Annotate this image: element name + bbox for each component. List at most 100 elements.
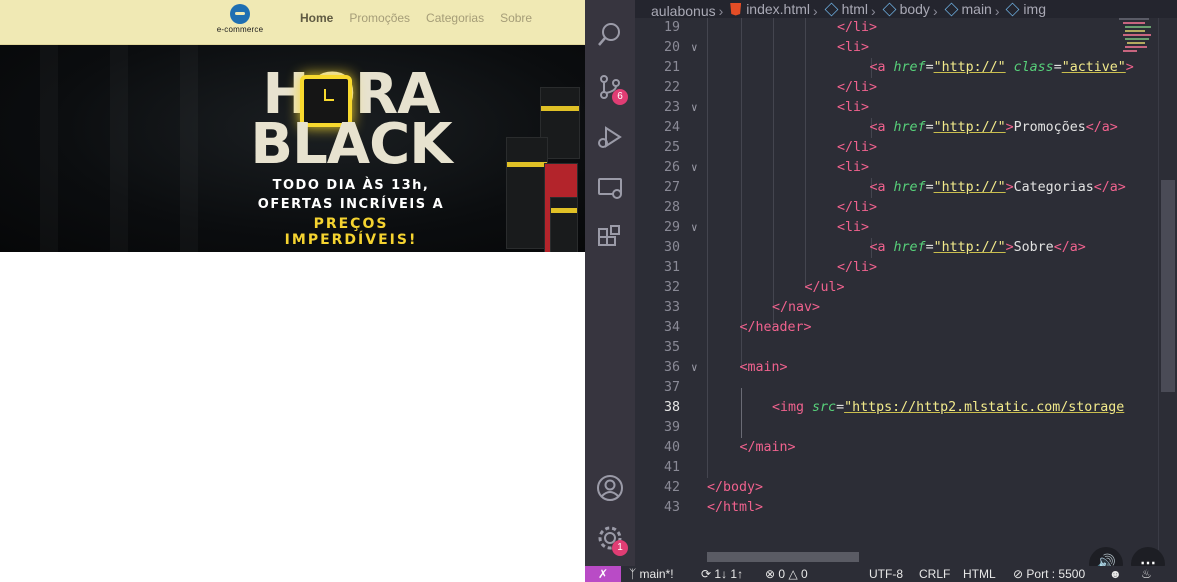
code-line[interactable]: 23 ∨ <li> (635, 98, 1167, 118)
nav-link-home[interactable]: Home (300, 11, 333, 25)
breadcrumb-main[interactable]: main (944, 0, 992, 18)
code-line[interactable]: 27 <a href="http://">Categorias</a> (635, 178, 1167, 198)
code-line[interactable]: 31 </li> (635, 258, 1167, 278)
browser-preview: e-commerce Home Promoções Categorias Sob… (0, 0, 585, 582)
problems-status[interactable]: ⊗ 0 △ 0 (765, 566, 808, 582)
code-line[interactable]: 24 <a href="http://">Promoções</a> (635, 118, 1167, 138)
run-debug-icon[interactable] (596, 123, 624, 151)
html5-icon (730, 2, 742, 16)
line-number: 38 (663, 400, 680, 415)
string-token: "http://" (933, 120, 1006, 135)
code-text: <a href="http://">Sobre</a> (870, 238, 1086, 258)
line-number: 28 (663, 200, 680, 215)
code-text: <a href="http://" class="active"> (870, 58, 1134, 78)
nav-link-sobre[interactable]: Sobre (500, 11, 532, 25)
fold-chevron-icon[interactable]: ∨ (691, 358, 698, 378)
code-line[interactable]: 21 <a href="http://" class="active"> (635, 58, 1167, 78)
account-icon[interactable] (596, 474, 624, 502)
source-control-button[interactable]: 6 (596, 73, 628, 105)
breadcrumb-body-label: body (899, 1, 930, 17)
live-server-status[interactable]: ⊘ Port : 5500 (1013, 566, 1085, 582)
code-line[interactable]: 26 ∨ <li> (635, 158, 1167, 178)
line-number: 32 (663, 280, 680, 295)
line-number: 23 (663, 100, 680, 115)
fold-chevron-icon[interactable]: ∨ (691, 218, 698, 238)
breadcrumb-main-label: main (961, 1, 992, 17)
nav-link-promocoes[interactable]: Promoções (349, 11, 410, 25)
code-line[interactable]: 36 ∨ <main> (635, 358, 1167, 378)
code-line[interactable]: 35 (635, 338, 1167, 358)
code-line[interactable]: 19 </li> (635, 18, 1167, 38)
site-logo[interactable]: e-commerce (216, 4, 264, 34)
breadcrumb-file[interactable]: index.html (730, 0, 810, 18)
line-number: 31 (663, 260, 680, 275)
breadcrumb-body[interactable]: body (882, 0, 930, 18)
branch-label: main*! (639, 567, 674, 581)
code-text: <img src="https://http2.mlstatic.com/sto… (772, 398, 1124, 418)
language-mode-status[interactable]: HTML (963, 566, 996, 582)
extensions-icon[interactable] (596, 224, 624, 252)
html-tag-token: </header> (739, 320, 812, 335)
text-token: Categorias (1013, 180, 1094, 195)
code-line[interactable]: 29 ∨ <li> (635, 218, 1167, 238)
activity-bar: 6 1 (585, 0, 635, 566)
scrollbar-thumb[interactable] (1161, 180, 1175, 392)
fold-chevron-icon[interactable]: ∨ (691, 158, 698, 178)
code-text: </li> (837, 78, 877, 98)
nav-link-categorias[interactable]: Categorias (426, 11, 484, 25)
html-tag-token: </li> (837, 20, 878, 35)
line-number: 22 (663, 80, 680, 95)
site-header: e-commerce Home Promoções Categorias Sob… (0, 0, 585, 45)
branch-status[interactable]: ᛉ main*! (629, 566, 674, 582)
sync-status[interactable]: ⟳ 1↓ 1↑ (701, 566, 743, 582)
breadcrumb-folder[interactable]: aulabonus (651, 2, 716, 19)
text-token: Sobre (1013, 240, 1054, 255)
breadcrumb-html[interactable]: html (824, 0, 868, 18)
banner-light-stripe (110, 45, 128, 252)
breadcrumb-img[interactable]: img (1006, 0, 1046, 18)
search-icon[interactable] (596, 21, 624, 49)
banner-subtitle-2: OFERTAS INCRÍVEIS A (257, 197, 445, 212)
remote-indicator-icon[interactable]: ✗ (585, 566, 621, 582)
line-number: 21 (663, 60, 680, 75)
logo-text: e-commerce (216, 25, 264, 34)
code-line[interactable]: 37 (635, 378, 1167, 398)
code-line[interactable]: 33 </nav> (635, 298, 1167, 318)
html-tag-token: <a (869, 240, 894, 255)
code-line[interactable]: 22 </li> (635, 78, 1167, 98)
encoding-status[interactable]: UTF-8 (869, 566, 903, 582)
line-number: 26 (663, 160, 680, 175)
code-line[interactable]: 32 </ul> (635, 278, 1167, 298)
vertical-scrollbar[interactable] (1158, 18, 1177, 550)
html-tag-token: </li> (837, 140, 878, 155)
code-line[interactable]: 41 (635, 458, 1167, 478)
code-line[interactable]: 20 ∨ <li> (635, 38, 1167, 58)
fold-chevron-icon[interactable]: ∨ (691, 98, 698, 118)
horizontal-scrollbar-thumb[interactable] (707, 552, 859, 562)
code-line[interactable]: 28 </li> (635, 198, 1167, 218)
code-line[interactable]: 25 </li> (635, 138, 1167, 158)
code-line[interactable]: 34 </header> (635, 318, 1167, 338)
html-tag-token: > (1005, 120, 1014, 135)
banner-subtitle-1: TODO DIA ÀS 13h, (272, 178, 430, 193)
notifications-bell-icon[interactable]: ♨ (1141, 566, 1152, 582)
string-token: "http://" (933, 240, 1006, 255)
breadcrumb: aulabonus › index.html › html › body › main ›… (635, 0, 1177, 18)
minimap[interactable] (1117, 18, 1157, 178)
remote-explorer-icon[interactable] (596, 174, 624, 202)
code-text: </ul> (805, 278, 845, 298)
code-line[interactable]: 30 <a href="http://">Sobre</a> (635, 238, 1167, 258)
code-editor[interactable]: 19 </li> 20 ∨ <li> 21 <a href="http://" class=… (635, 18, 1167, 550)
code-line[interactable]: 42 </body> (635, 478, 1167, 498)
html-tag-token: <li> (837, 100, 870, 115)
code-line[interactable]: 38 <img src="https://http2.mlstatic.com/s… (635, 398, 1167, 418)
code-line[interactable]: 39 (635, 418, 1167, 438)
line-number: 20 (663, 40, 680, 55)
manage-settings-button[interactable]: 1 (596, 524, 628, 556)
accounts-status-icon[interactable]: ☻ (1109, 566, 1122, 582)
code-line[interactable]: 43 </html> (635, 498, 1167, 518)
fold-chevron-icon[interactable]: ∨ (691, 38, 698, 58)
code-line[interactable]: 40 </main> (635, 438, 1167, 458)
line-number: 30 (663, 240, 680, 255)
eol-status[interactable]: CRLF (919, 566, 950, 582)
